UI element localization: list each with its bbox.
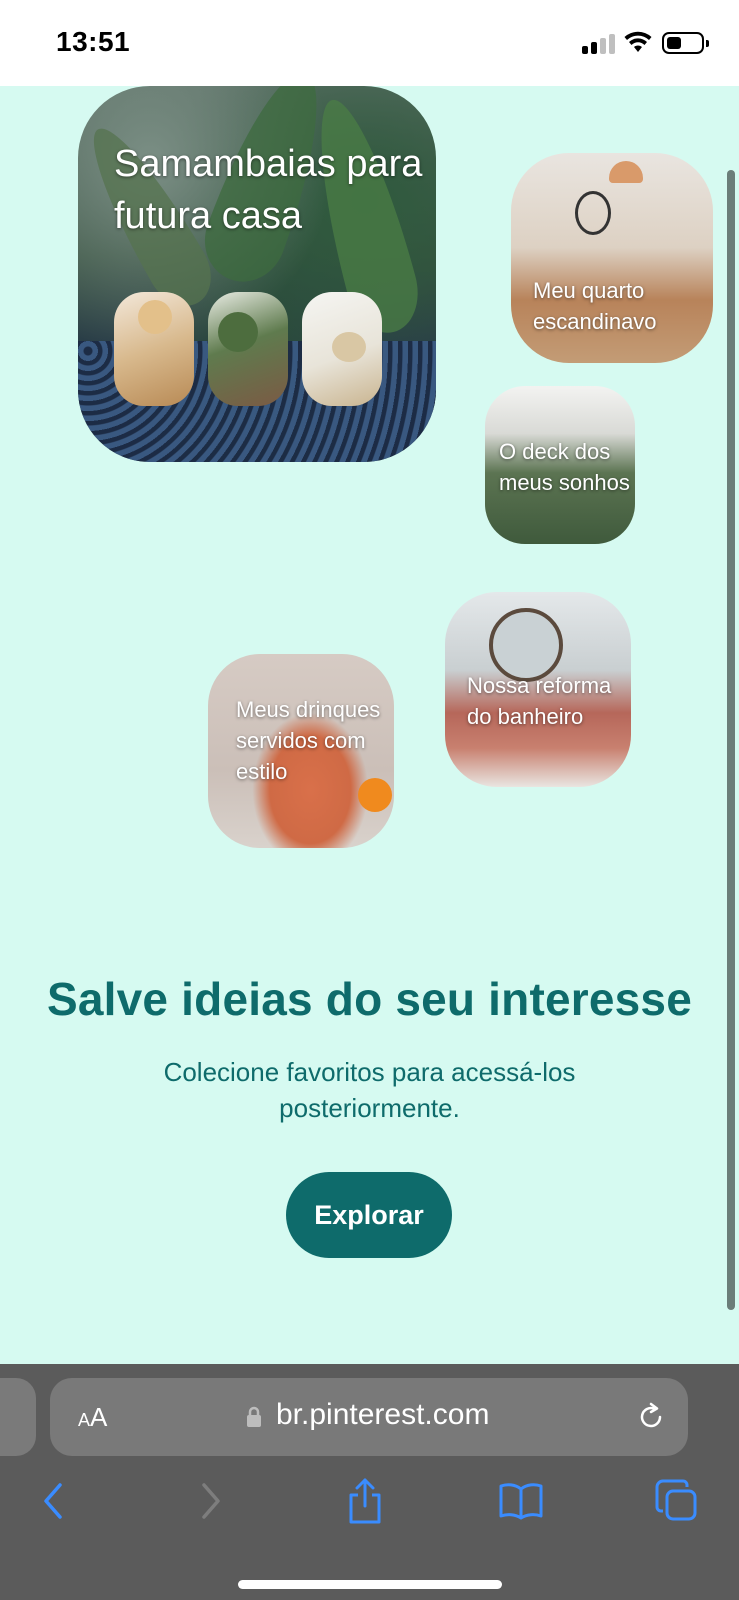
board-card-samambaias[interactable]: Samambaias para futura casa <box>78 86 436 462</box>
board-title: Meu quarto escandinavo <box>533 278 657 334</box>
browser-toolbar: AA br.pinterest.com <box>0 1364 739 1600</box>
explore-button[interactable]: Explorar <box>286 1172 452 1258</box>
board-card-deck[interactable]: O deck dos meus sonhos <box>485 386 635 544</box>
board-title: O deck dos meus sonhos <box>499 439 630 495</box>
address-bar[interactable]: AA br.pinterest.com <box>50 1378 688 1456</box>
board-title: Nossa reforma do banheiro <box>467 673 612 729</box>
board-card-drinques[interactable]: Meus drinques servidos com estilo <box>208 654 394 848</box>
mirror-image <box>575 191 611 235</box>
reload-icon[interactable] <box>636 1402 666 1432</box>
board-card-banheiro[interactable]: Nossa reforma do banheiro <box>445 592 631 787</box>
back-button[interactable] <box>28 1476 78 1526</box>
board-card-quarto[interactable]: Meu quarto escandinavo <box>511 153 713 363</box>
bookmarks-icon <box>499 1483 543 1520</box>
forward-button[interactable] <box>186 1476 236 1526</box>
back-icon <box>44 1483 62 1519</box>
home-indicator <box>238 1580 502 1589</box>
board-thumbnail <box>208 292 288 406</box>
lock-icon <box>247 1406 261 1427</box>
previous-tab-preview[interactable] <box>0 1378 36 1456</box>
share-icon <box>349 1478 381 1524</box>
share-button[interactable] <box>340 1476 390 1526</box>
lamp-image <box>609 161 643 183</box>
status-time: 13:51 <box>56 26 131 57</box>
cellular-signal-icon <box>582 34 616 54</box>
forward-icon <box>202 1483 220 1519</box>
scrollbar[interactable] <box>727 170 735 1310</box>
board-thumbnail <box>114 292 194 406</box>
text-size-button[interactable]: AA <box>78 1402 107 1433</box>
tabs-button[interactable] <box>652 1476 702 1526</box>
board-thumbnail <box>302 292 382 406</box>
board-title: Samambaias para futura casa <box>114 143 423 237</box>
promo-subtext: Colecione favoritos para acessá-los post… <box>163 1057 576 1123</box>
board-title: Meus drinques servidos com estilo <box>236 697 381 784</box>
promo-headline: Salve ideias do seu interesse <box>46 973 693 1025</box>
battery-icon <box>662 32 709 54</box>
url-text[interactable]: br.pinterest.com <box>276 1398 489 1432</box>
wifi-icon <box>624 31 652 52</box>
status-bar: 13:51 <box>0 0 739 86</box>
bookmarks-button[interactable] <box>496 1476 546 1526</box>
tabs-icon <box>655 1479 697 1521</box>
browser-nav-row <box>0 1476 739 1536</box>
main-content: Samambaias para futura casa Meu quarto e… <box>0 86 739 1364</box>
